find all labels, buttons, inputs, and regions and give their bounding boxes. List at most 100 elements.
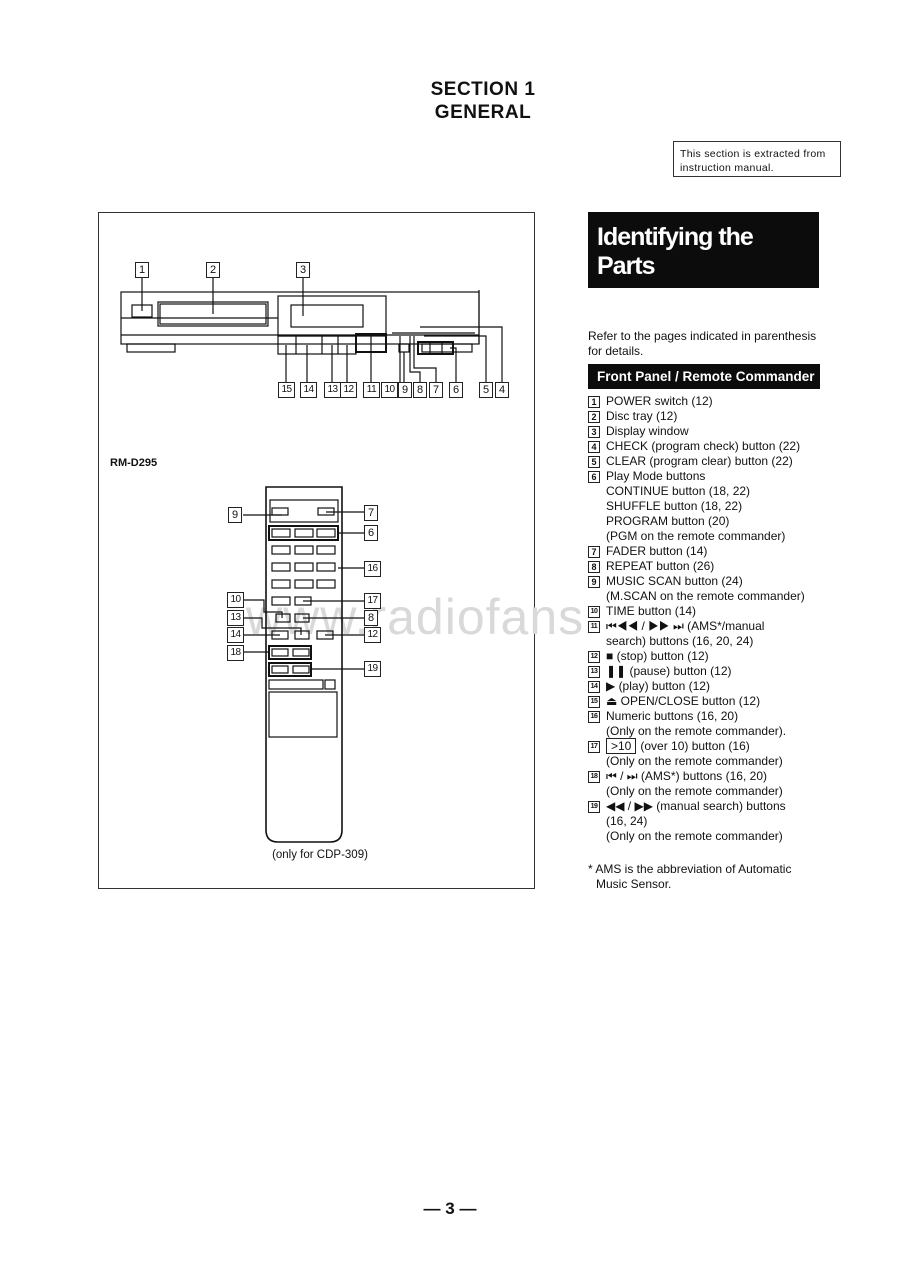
remote-callout-8: 8 [364,610,378,626]
parts-list-item: 2 Disc tray (12) [588,409,848,424]
item-text: (over 10) button (16) [640,739,750,753]
parts-list-item: 10 TIME button (14) [588,604,848,619]
parts-list-item: 17 >10 (over 10) button (16) (Only on the r… [588,738,848,769]
callout-7: 7 [429,382,443,398]
callout-10: 10 [381,382,398,398]
page-title-line-2: Parts [597,252,656,280]
parts-list-item: 6 Play Mode buttons CONTINUE button (18, 2… [588,469,848,544]
display-window [290,304,364,328]
item-number-badge: 1 [588,396,600,408]
remote-callout-19: 19 [364,661,381,677]
item-text-line: ⏮◀◀ / ▶▶ ⏭ (AMS*/manual [606,619,765,633]
item-number-badge: 14 [588,681,600,693]
callout-12: 12 [340,382,357,398]
item-text-line: ◀◀ / ▶▶ (manual search) buttons [606,799,786,813]
item-text-line: Disc tray (12) [606,409,678,423]
item-text-line: (PGM on the remote commander) [606,529,786,543]
item-number-badge: 17 [588,741,600,753]
item-text-line: search) buttons (16, 20, 24) [606,634,754,648]
callout-9: 9 [398,382,412,398]
remote-numeric-buttons [271,545,336,606]
parts-list-item: 8 REPEAT button (26) [588,559,848,574]
parts-list-item: 3 Display window [588,424,848,439]
parts-list-item: 19 ◀◀ / ▶▶ (manual search) buttons (16, 24… [588,799,848,844]
item-number-badge: 15 [588,696,600,708]
remote-callout-6: 6 [364,525,378,541]
item-number-badge: 12 [588,651,600,663]
parts-list-item: 11 ⏮◀◀ / ▶▶ ⏭ (AMS*/manual search) buttons… [588,619,848,649]
item-number-badge: 8 [588,561,600,573]
remote-model-label: RM-D295 [110,457,158,469]
remote-caption: (only for CDP-309) [272,849,368,861]
footnote-line-1: * AMS is the abbreviation of Automatic [588,862,792,876]
callout-11: 11 [363,382,380,398]
footnote-line-2: Music Sensor. [596,877,672,891]
item-number-badge: 6 [588,471,600,483]
page-title: Identifying the Parts [588,212,819,288]
parts-list-item: 12 ■ (stop) button (12) [588,649,848,664]
item-number-badge: 3 [588,426,600,438]
callout-3: 3 [296,262,310,278]
parts-list-item: 5 CLEAR (program clear) button (22) [588,454,848,469]
cd-player-foot-left [126,343,176,353]
parts-list-item: 18 ⏮ / ⏭ (AMS*) buttons (16, 20) (Only on … [588,769,848,799]
item-number-badge: 16 [588,711,600,723]
over-10-key-label: >10 [606,738,637,754]
remote-callout-7: 7 [364,505,378,521]
remote-callout-13: 13 [227,610,244,626]
parts-list-item: 1 POWER switch (12) [588,394,848,409]
item-text-line: (16, 24) [606,814,648,828]
subheading: Front Panel / Remote Commander [588,364,820,389]
item-text-line: TIME button (14) [606,604,697,618]
item-text-line: ▶ (play) button (12) [606,679,710,693]
parts-list-item: 7 FADER button (14) [588,544,848,559]
item-number-badge: 7 [588,546,600,558]
page-number: — 3 — [423,1199,477,1218]
item-text-line: PROGRAM button (20) [606,514,730,528]
remote-callout-12: 12 [364,627,381,643]
parts-list-item: 13 ❚❚ (pause) button (12) [588,664,848,679]
page-title-line-1: Identifying the [597,223,754,251]
item-text-line: SHUFFLE button (18, 22) [606,499,743,513]
item-text-line: CHECK (program check) button (22) [606,439,801,453]
remote-callout-10: 10 [227,592,244,608]
footnote: * AMS is the abbreviation of Automatic M… [588,862,828,892]
intro-text: Refer to the pages indicated in parenthe… [588,329,817,358]
callout-13: 13 [324,382,341,398]
item-text-line: (Only on the remote commander) [606,829,783,843]
item-text-line: >10 (over 10) button (16) [606,738,848,754]
item-number-badge: 19 [588,801,600,813]
callout-2: 2 [206,262,220,278]
item-text-line: CONTINUE button (18, 22) [606,484,751,498]
item-text-line: FADER button (14) [606,544,708,558]
item-text-line: (Only on the remote commander) [606,784,783,798]
parts-list-item: 14 ▶ (play) button (12) [588,679,848,694]
item-text-line: ❚❚ (pause) button (12) [606,664,732,678]
item-number-badge: 2 [588,411,600,423]
callout-5: 5 [479,382,493,398]
item-number-badge: 18 [588,771,600,783]
remote-callout-16: 16 [364,561,381,577]
item-text-line: ■ (stop) button (12) [606,649,709,663]
item-text-line: CLEAR (program clear) button (22) [606,454,793,468]
item-text-line: Play Mode buttons [606,469,706,483]
remote-callout-17: 17 [364,593,381,609]
item-number-badge: 13 [588,666,600,678]
callout-4: 4 [495,382,509,398]
item-number-badge: 4 [588,441,600,453]
parts-list-item: 9 MUSIC SCAN button (24) (M.SCAN on the re… [588,574,848,604]
remote-callout-9: 9 [228,507,242,523]
item-text-line: REPEAT button (26) [606,559,715,573]
callout-8: 8 [413,382,427,398]
callout-14: 14 [300,382,317,398]
remote-callout-18: 18 [227,645,244,661]
parts-list-item: 15 ⏏ OPEN/CLOSE button (12) [588,694,848,709]
callout-6: 6 [449,382,463,398]
item-text-line: POWER switch (12) [606,394,713,408]
remote-music-scan-button [271,507,289,516]
parts-list-item: 16 Numeric buttons (16, 20) (Only on the r… [588,709,848,739]
item-text-line: ⏏ OPEN/CLOSE button (12) [606,694,761,708]
item-number-badge: 9 [588,576,600,588]
item-number-badge: 10 [588,606,600,618]
parts-list-item: 4 CHECK (program check) button (22) [588,439,848,454]
